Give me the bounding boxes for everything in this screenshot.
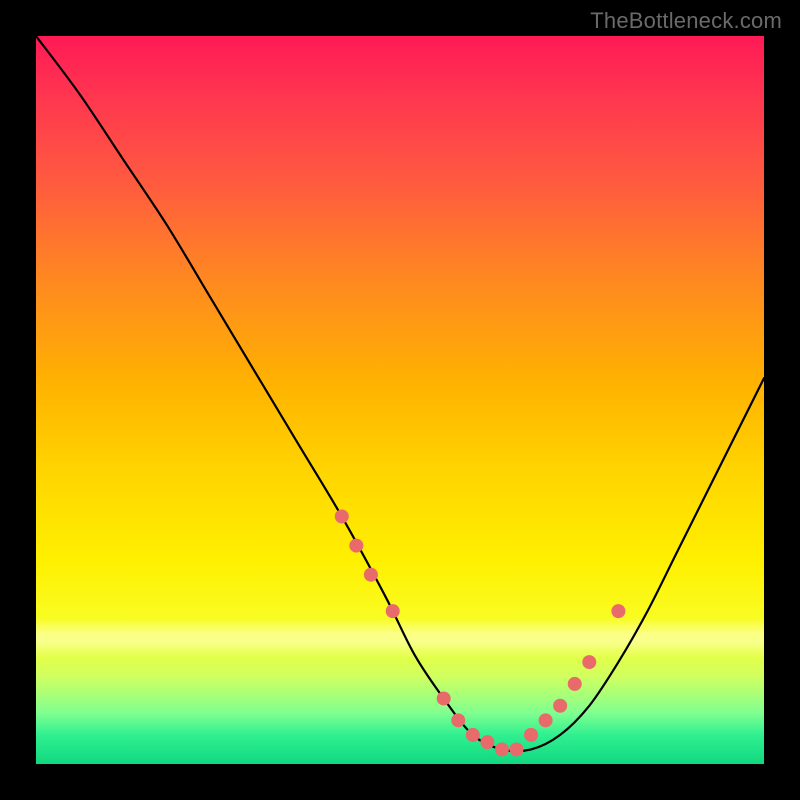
chart-frame: TheBottleneck.com [0,0,800,800]
curve-markers [335,509,626,756]
attribution-text: TheBottleneck.com [590,8,782,34]
plot-area [36,36,764,764]
marker-dot [509,742,523,756]
marker-dot [524,728,538,742]
marker-dot [495,742,509,756]
marker-dot [335,509,349,523]
marker-dot [386,604,400,618]
marker-dot [611,604,625,618]
marker-dot [437,691,451,705]
marker-dot [582,655,596,669]
marker-dot [553,699,567,713]
marker-dot [539,713,553,727]
marker-dot [568,677,582,691]
marker-dot [349,539,363,553]
marker-dot [480,735,494,749]
marker-dot [364,568,378,582]
marker-dot [466,728,480,742]
marker-dot [451,713,465,727]
curve-layer [36,36,764,764]
bottleneck-curve [36,36,764,751]
